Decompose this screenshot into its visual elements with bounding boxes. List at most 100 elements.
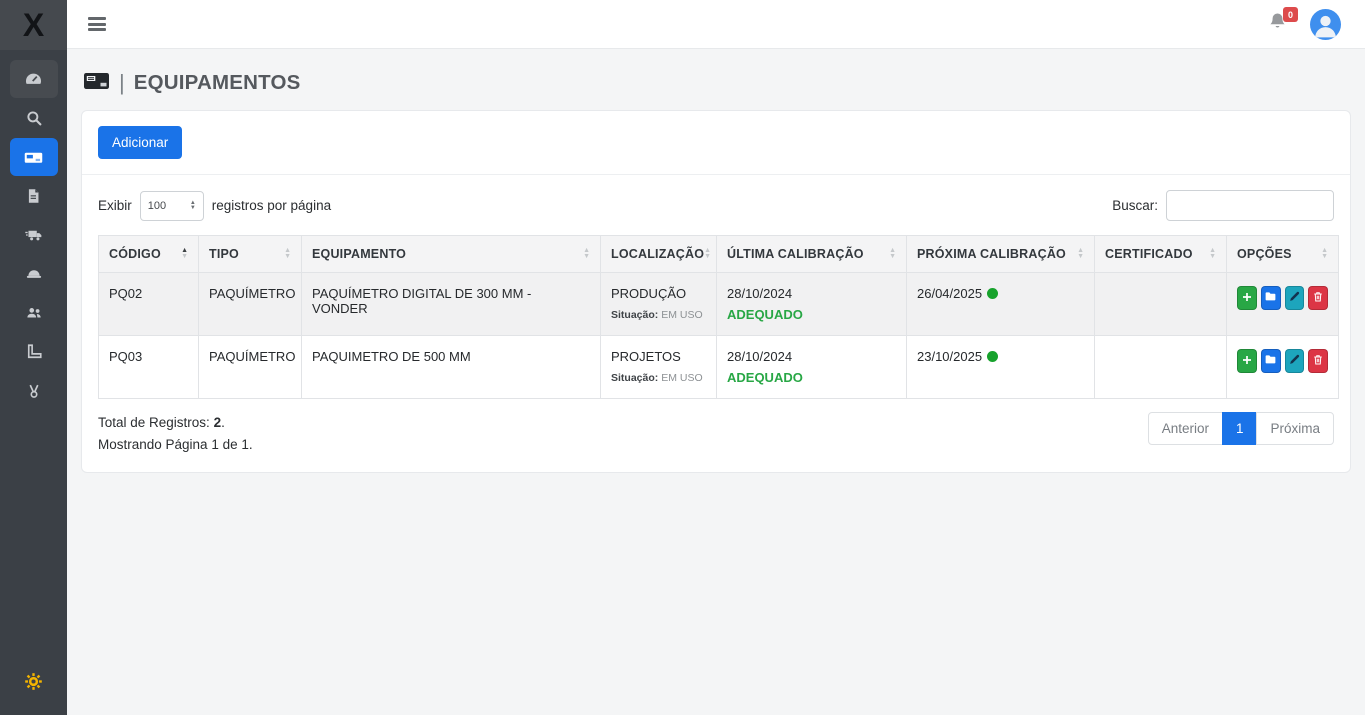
select-arrows-icon: ▲▼ — [190, 201, 196, 211]
sidebar-item-documents[interactable] — [10, 177, 58, 215]
sort-icon: ▲▼ — [181, 248, 188, 260]
calculator-icon — [83, 70, 110, 96]
cell-codigo: PQ03 — [99, 336, 199, 399]
col-header-localizacao[interactable]: LOCALIZAÇÃO▲▼ — [601, 236, 717, 273]
ruler-icon — [25, 343, 43, 361]
avatar[interactable] — [1310, 9, 1341, 40]
folder-button[interactable] — [1261, 349, 1281, 373]
pagination-page-1[interactable]: 1 — [1222, 412, 1258, 445]
registros-label: registros por página — [212, 198, 331, 213]
sidebar-item-users[interactable] — [10, 294, 58, 332]
cell-opcoes — [1227, 336, 1339, 399]
col-header-codigo[interactable]: CÓDIGO▲▼ — [99, 236, 199, 273]
green-status-dot — [987, 288, 998, 299]
edit-button[interactable] — [1285, 286, 1305, 310]
status-adequado: ADEQUADO — [727, 370, 896, 385]
sort-icon: ▲▼ — [889, 248, 896, 260]
col-header-opcoes[interactable]: OPÇÕES▲▼ — [1227, 236, 1339, 273]
table-header-row: CÓDIGO▲▼ TIPO▲▼ EQUIPAMENTO▲▼ LOCALIZAÇÃ… — [99, 236, 1339, 273]
plus-icon — [1241, 354, 1253, 369]
page-title: | EQUIPAMENTOS — [83, 70, 1349, 96]
col-header-tipo[interactable]: TIPO▲▼ — [199, 236, 302, 273]
search-icon — [25, 109, 43, 127]
notifications-button[interactable]: 0 — [1267, 11, 1288, 37]
gear-icon — [24, 672, 43, 691]
table-row: PQ02 PAQUÍMETRO PAQUÍMETRO DIGITAL DE 30… — [99, 273, 1339, 336]
sort-icon: ▲▼ — [583, 248, 590, 260]
cell-codigo: PQ02 — [99, 273, 199, 336]
folder-button[interactable] — [1261, 286, 1281, 310]
pagination: Anterior 1 Próxima — [1148, 412, 1334, 445]
main-content: | EQUIPAMENTOS Adicionar Exibir 100 ▲▼ r… — [67, 49, 1365, 715]
edit-button[interactable] — [1285, 349, 1305, 373]
cell-proxima-calibracao: 26/04/2025 — [907, 273, 1095, 336]
add-calibration-button[interactable] — [1237, 286, 1257, 310]
cell-equipamento: PAQUÍMETRO DIGITAL DE 300 MM - VONDER — [302, 273, 601, 336]
sidebar-item-ruler[interactable] — [10, 333, 58, 371]
col-header-equipamento[interactable]: EQUIPAMENTO▲▼ — [302, 236, 601, 273]
sidebar-item-dashboard[interactable] — [10, 60, 58, 98]
cell-opcoes — [1227, 273, 1339, 336]
page-size-select[interactable]: 100 ▲▼ — [140, 191, 204, 221]
trash-icon — [1312, 353, 1324, 369]
equipment-card: Adicionar Exibir 100 ▲▼ registros por pá… — [81, 110, 1351, 473]
sort-icon: ▲▼ — [1077, 248, 1084, 260]
truck-icon — [24, 226, 44, 245]
sidebar: X — [0, 0, 67, 715]
cell-tipo: PAQUÍMETRO — [199, 336, 302, 399]
award-icon — [25, 382, 43, 401]
users-icon — [24, 304, 44, 322]
sidebar-item-settings[interactable] — [10, 662, 58, 700]
add-button[interactable]: Adicionar — [98, 126, 182, 159]
total-records: Total de Registros: 2. — [98, 412, 253, 434]
add-calibration-button[interactable] — [1237, 349, 1257, 373]
sidebar-item-search[interactable] — [10, 99, 58, 137]
topbar: 0 — [67, 0, 1365, 49]
cell-tipo: PAQUÍMETRO — [199, 273, 302, 336]
pagination-prev[interactable]: Anterior — [1148, 412, 1223, 445]
col-header-ultima-calibracao[interactable]: ÚLTIMA CALIBRAÇÃO▲▼ — [717, 236, 907, 273]
sidebar-item-award[interactable] — [10, 372, 58, 410]
col-header-certificado[interactable]: CERTIFICADO▲▼ — [1095, 236, 1227, 273]
notification-badge: 0 — [1283, 7, 1298, 22]
page-title-text: EQUIPAMENTOS — [134, 71, 301, 95]
folder-icon — [1264, 290, 1277, 306]
folder-icon — [1264, 353, 1277, 369]
cell-localizacao: PRODUÇÃO Situação: EM USO — [601, 273, 717, 336]
sort-icon: ▲▼ — [1321, 248, 1328, 260]
calculator-icon — [23, 147, 44, 168]
menu-icon[interactable] — [88, 17, 106, 31]
plus-icon — [1241, 291, 1253, 306]
status-adequado: ADEQUADO — [727, 307, 896, 322]
delete-button[interactable] — [1308, 286, 1328, 310]
sidebar-item-equipamentos[interactable] — [10, 138, 58, 176]
equipment-table: CÓDIGO▲▼ TIPO▲▼ EQUIPAMENTO▲▼ LOCALIZAÇÃ… — [98, 235, 1339, 399]
sort-icon: ▲▼ — [284, 248, 291, 260]
sort-icon: ▲▼ — [1209, 248, 1216, 260]
speedometer-icon — [24, 70, 43, 89]
delete-button[interactable] — [1308, 349, 1328, 373]
sort-icon: ▲▼ — [704, 248, 711, 260]
exibir-label: Exibir — [98, 198, 132, 213]
col-header-proxima-calibracao[interactable]: PRÓXIMA CALIBRAÇÃO▲▼ — [907, 236, 1095, 273]
showing-page: Mostrando Página 1 de 1. — [98, 434, 253, 456]
cell-certificado — [1095, 273, 1227, 336]
green-status-dot — [987, 351, 998, 362]
cell-ultima-calibracao: 28/10/2024 ADEQUADO — [717, 273, 907, 336]
app-logo[interactable]: X — [0, 0, 67, 50]
pagination-next[interactable]: Próxima — [1256, 412, 1334, 445]
hard-hat-icon — [24, 265, 44, 283]
sidebar-item-helmet[interactable] — [10, 255, 58, 293]
table-controls: Exibir 100 ▲▼ registros por página Busca… — [98, 190, 1334, 221]
trash-icon — [1312, 290, 1324, 306]
cell-localizacao: PROJETOS Situação: EM USO — [601, 336, 717, 399]
cell-certificado — [1095, 336, 1227, 399]
sidebar-item-truck[interactable] — [10, 216, 58, 254]
cell-equipamento: PAQUIMETRO DE 500 MM — [302, 336, 601, 399]
title-separator: | — [119, 70, 125, 96]
table-footer: Total de Registros: 2. Mostrando Página … — [98, 412, 1334, 456]
search-input[interactable] — [1166, 190, 1334, 221]
table-row: PQ03 PAQUÍMETRO PAQUIMETRO DE 500 MM PRO… — [99, 336, 1339, 399]
pencil-icon — [1288, 353, 1301, 369]
sidebar-nav — [0, 50, 67, 715]
